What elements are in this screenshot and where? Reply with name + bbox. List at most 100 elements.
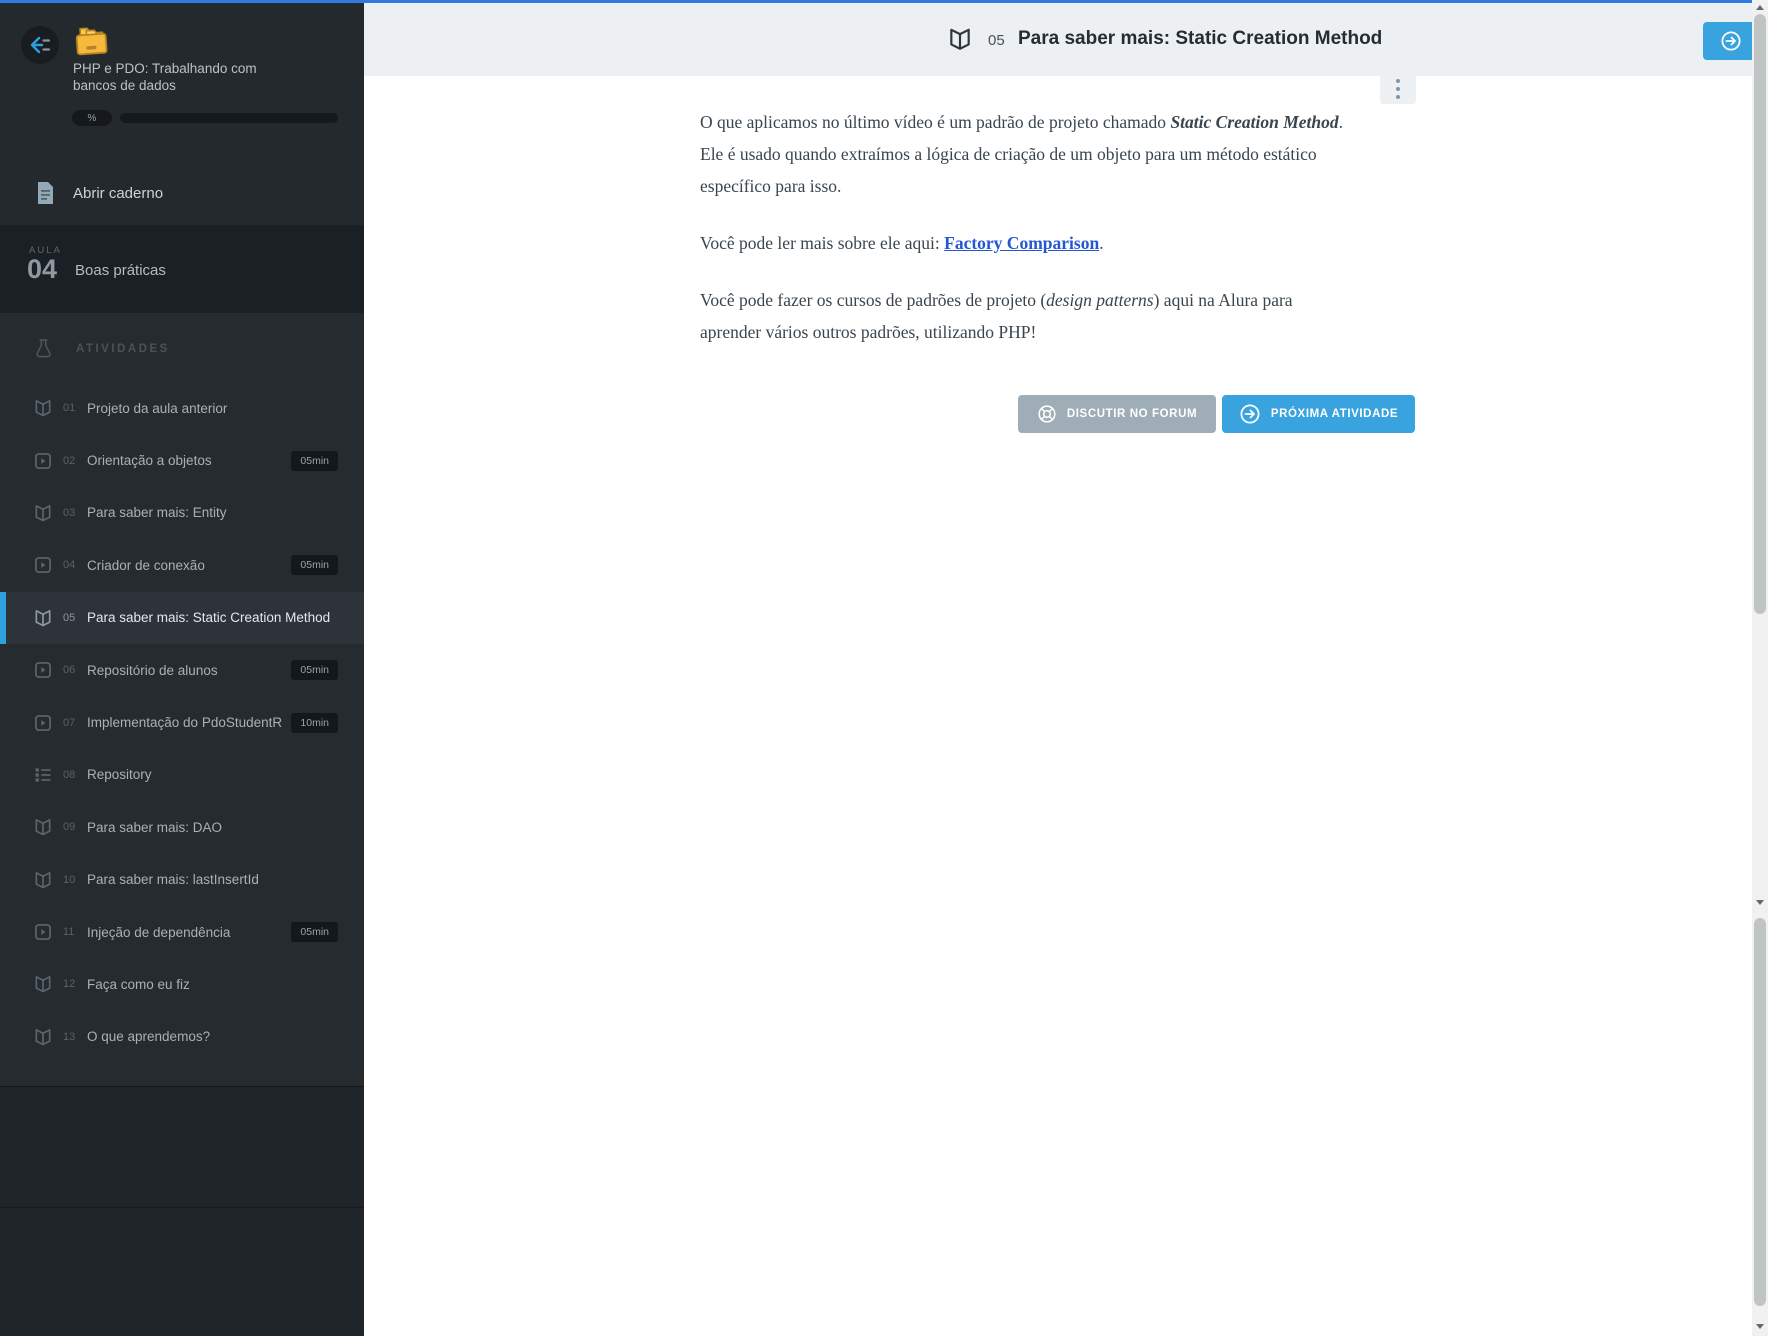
video-icon bbox=[33, 451, 53, 471]
page-title: Para saber mais: Static Creation Method bbox=[1018, 28, 1383, 49]
factory-comparison-link[interactable]: Factory Comparison bbox=[944, 233, 1099, 253]
course-title-line1: PHP e PDO: Trabalhando com bbox=[73, 61, 257, 76]
activity-label: O que aprendemos? bbox=[87, 1029, 211, 1045]
activity-duration-badge: 05min bbox=[291, 555, 338, 576]
discuss-forum-label: DISCUTIR NO FORUM bbox=[1066, 408, 1198, 420]
book-icon bbox=[33, 398, 53, 418]
activity-number: 02 bbox=[63, 454, 76, 467]
list-icon bbox=[33, 765, 53, 785]
book-icon bbox=[33, 817, 53, 837]
paragraph: Você pode ler mais sobre ele aqui: Facto… bbox=[700, 227, 1344, 259]
activity-number: 04 bbox=[63, 559, 76, 572]
activity-duration-badge: 05min bbox=[291, 922, 338, 943]
lesson-title: Boas práticas bbox=[75, 262, 166, 279]
activity-label: Para saber mais: Entity bbox=[87, 505, 227, 521]
activities-header-label: ATIVIDADES bbox=[76, 342, 170, 355]
book-icon bbox=[947, 25, 973, 53]
scroll-down-arrow-icon[interactable] bbox=[1756, 1324, 1764, 1329]
activity-number: 13 bbox=[63, 1030, 76, 1043]
current-lesson-block: AULA 04 Boas práticas bbox=[0, 225, 364, 313]
scroll-down-arrow-icon[interactable] bbox=[1756, 900, 1764, 905]
activities-header: ATIVIDADES bbox=[35, 338, 170, 359]
progress-percent-badge: % bbox=[72, 110, 112, 126]
video-icon bbox=[33, 555, 53, 575]
activity-item-02[interactable]: 02 Orientação a objetos 05min bbox=[0, 434, 364, 486]
collapse-arrow-icon bbox=[28, 33, 52, 57]
course-logo-icon bbox=[72, 22, 112, 58]
activity-label: Faça como eu fiz bbox=[87, 976, 190, 992]
lifebuoy-icon bbox=[1037, 404, 1057, 424]
arrow-right-circle-icon bbox=[1720, 30, 1742, 52]
activity-duration-badge: 05min bbox=[291, 660, 338, 681]
collapse-sidebar-button[interactable] bbox=[21, 26, 59, 64]
activity-label: Repository bbox=[87, 767, 152, 783]
activity-item-13[interactable]: 13 O que aprendemos? bbox=[0, 1011, 364, 1063]
activity-label: Para saber mais: DAO bbox=[87, 819, 223, 835]
scrollbar-thumb[interactable] bbox=[1754, 918, 1766, 1306]
lesson-number: 04 bbox=[27, 254, 58, 284]
activity-item-03[interactable]: 03 Para saber mais: Entity bbox=[0, 487, 364, 539]
activity-item-06[interactable]: 06 Repositório de alunos 05min bbox=[0, 644, 364, 696]
book-icon bbox=[33, 503, 53, 523]
book-icon bbox=[33, 608, 53, 628]
video-icon bbox=[33, 660, 53, 680]
paragraph: O que aplicamos no último vídeo é um pad… bbox=[700, 106, 1344, 202]
activity-item-04[interactable]: 04 Criador de conexão 05min bbox=[0, 539, 364, 591]
activity-number: 05 bbox=[988, 32, 1005, 49]
video-icon bbox=[33, 922, 53, 942]
activity-number: 12 bbox=[63, 978, 76, 991]
activity-header: 05 Para saber mais: Static Creation Meth… bbox=[364, 3, 1768, 76]
arrow-right-circle-icon bbox=[1239, 403, 1261, 425]
course-title-line2: bancos de dados bbox=[73, 78, 176, 93]
next-activity-button-bottom[interactable]: PRÓXIMA ATIVIDADE bbox=[1222, 395, 1415, 433]
scrollbar-thumb[interactable] bbox=[1754, 14, 1766, 614]
text-segment: Você pode ler mais sobre ele aqui: bbox=[700, 233, 945, 253]
activity-label: Para saber mais: lastInsertId bbox=[87, 872, 259, 888]
paragraph: Você pode fazer os cursos de padrões de … bbox=[700, 284, 1344, 348]
book-icon bbox=[33, 870, 53, 890]
activity-item-07[interactable]: 07 Implementação do PdoStudentR... 10min bbox=[0, 696, 364, 748]
activity-item-09[interactable]: 09 Para saber mais: DAO bbox=[0, 801, 364, 853]
activity-label: Repositório de alunos bbox=[87, 662, 218, 678]
text-segment: . bbox=[1099, 233, 1104, 253]
activity-label: Para saber mais: Static Creation Method bbox=[87, 610, 331, 626]
activity-number: 05 bbox=[63, 611, 76, 624]
activity-label: Orientação a objetos bbox=[87, 453, 212, 469]
activity-item-01[interactable]: 01 Projeto da aula anterior bbox=[0, 382, 364, 434]
activity-label: Projeto da aula anterior bbox=[87, 400, 228, 416]
course-title: PHP e PDO: Trabalhando com bancos de dad… bbox=[73, 60, 323, 94]
activity-duration-badge: 05min bbox=[291, 450, 338, 471]
activity-label: Injeção de dependência bbox=[87, 924, 231, 940]
activity-duration-badge: 10min bbox=[291, 712, 338, 733]
activity-number: 08 bbox=[63, 768, 76, 781]
next-activity-label: PRÓXIMA ATIVIDADE bbox=[1270, 408, 1399, 420]
discuss-forum-button[interactable]: DISCUTIR NO FORUM bbox=[1018, 395, 1216, 433]
book-icon bbox=[33, 1027, 53, 1047]
activity-number: 09 bbox=[63, 821, 76, 834]
top-accent-strip bbox=[0, 0, 1768, 3]
sidebar-bottom: AULAS 04. Boas práticas OUTROS LINKS bbox=[0, 1086, 364, 1336]
activity-number: 11 bbox=[63, 926, 75, 939]
activity-label: Criador de conexão bbox=[87, 557, 205, 573]
activity-item-08[interactable]: 08 Repository bbox=[0, 749, 364, 801]
activity-item-12[interactable]: 12 Faça como eu fiz bbox=[0, 958, 364, 1010]
open-notebook-button[interactable]: Abrir caderno bbox=[0, 164, 364, 222]
activity-item-05[interactable]: 05 Para saber mais: Static Creation Metho… bbox=[0, 591, 364, 645]
scrollbar[interactable] bbox=[1752, 0, 1768, 1336]
activity-item-10[interactable]: 10 Para saber mais: lastInsertId bbox=[0, 854, 364, 906]
open-notebook-label: Abrir caderno bbox=[73, 184, 164, 202]
text-segment: O que aplicamos no último vídeo é um pad… bbox=[700, 112, 1171, 132]
more-options-button[interactable] bbox=[1380, 74, 1416, 104]
video-icon bbox=[33, 713, 53, 733]
sidebar: PHP e PDO: Trabalhando com bancos de dad… bbox=[0, 0, 364, 1336]
kebab-icon bbox=[1396, 79, 1400, 83]
activity-number: 03 bbox=[63, 506, 76, 519]
document-icon bbox=[35, 181, 56, 205]
activity-number: 07 bbox=[63, 716, 76, 729]
activity-item-11[interactable]: 11 Injeção de dependência 05min bbox=[0, 906, 364, 958]
scroll-up-arrow-icon[interactable] bbox=[1756, 5, 1764, 10]
book-icon bbox=[33, 974, 53, 994]
activity-label: Implementação do PdoStudentR... bbox=[87, 715, 284, 731]
flask-icon bbox=[35, 338, 52, 359]
divider bbox=[0, 1207, 364, 1208]
